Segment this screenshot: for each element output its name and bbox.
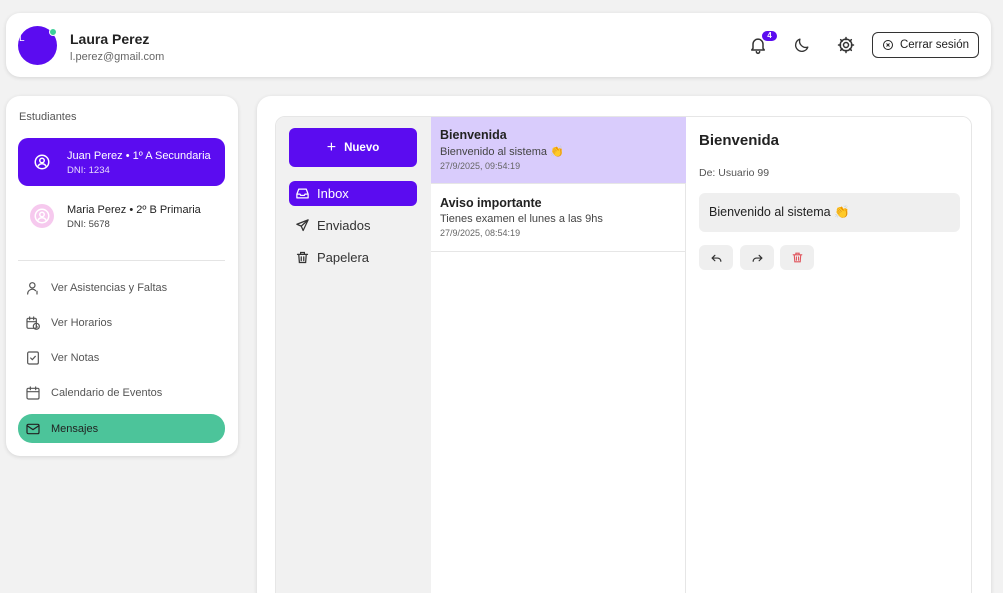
sidebar-item-calendario[interactable]: Calendario de Eventos [18,378,225,407]
send-icon [296,219,309,232]
student-dni: DNI: 5678 [67,219,110,230]
message-detail: Bienvenida De: Usuario 99 Bienvenido al … [687,117,971,593]
student-card-maria[interactable]: Maria Perez • 2º B Primaria DNI: 5678 [18,192,225,240]
sidebar-item-label: Mensajes [51,422,99,435]
sidebar-item-label: Ver Asistencias y Faltas [51,281,168,294]
message-date: 27/9/2025, 09:54:19 [440,161,521,171]
user-icon [27,281,38,295]
clipboard-check-icon [27,350,39,365]
forward-icon [752,254,762,262]
message-subject: Aviso importante [440,196,542,210]
trash-icon [296,251,309,264]
sidebar: Estudiantes Juan Perez • 1º A Secundaria… [6,96,238,456]
sidebar-item-label: Ver Horarios [51,316,113,329]
mail-icon [26,423,40,434]
sidebar-item-label: Ver Notas [51,351,100,364]
trash-icon [792,252,802,263]
logout-label: Cerrar sesión [899,39,970,51]
folder-enviados[interactable]: Enviados [289,213,417,238]
sidebar-item-notas[interactable]: Ver Notas [18,343,225,372]
new-message-label: Nuevo [344,141,380,154]
reply-icon [711,254,721,262]
avatar[interactable]: L [18,26,57,65]
moon-icon[interactable] [792,35,812,55]
sidebar-title: Estudiantes [19,111,77,123]
message-list: Bienvenida Bienvenido al sistema 👏 27/9/… [431,117,686,593]
message-item[interactable]: Bienvenida Bienvenido al sistema 👏 27/9/… [431,117,686,184]
student-name: Maria Perez • 2º B Primaria [67,204,201,216]
student-dni: DNI: 1234 [67,165,110,176]
detail-title: Bienvenida [699,132,780,149]
forward-button[interactable] [740,245,774,270]
folder-label: Papelera [317,250,370,265]
folder-label: Enviados [317,218,371,233]
sidebar-item-mensajes[interactable]: Mensajes [18,414,225,443]
avatar-initial: L [19,33,25,44]
mailbox: + Nuevo Inbox Enviados Papelera Bienveni… [275,116,972,593]
inbox-icon [296,188,309,199]
sidebar-divider [18,260,225,261]
folder-pane: + Nuevo Inbox Enviados Papelera [276,117,431,593]
user-email: l.perez@gmail.com [70,51,165,63]
online-status-dot [49,28,57,36]
student-avatar-icon [30,204,54,228]
message-subject: Bienvenida [440,128,507,142]
reply-button[interactable] [699,245,733,270]
calendar-icon [26,385,40,400]
logout-button[interactable]: Cerrar sesión [872,32,979,58]
folder-label: Inbox [317,186,349,201]
sidebar-item-label: Calendario de Eventos [51,386,163,399]
message-date: 27/9/2025, 08:54:19 [440,228,521,238]
gear-icon[interactable] [836,35,856,55]
folder-inbox[interactable]: Inbox [289,181,417,206]
main-panel: + Nuevo Inbox Enviados Papelera Bienveni… [257,96,991,593]
bell-icon[interactable]: 4 [748,31,777,55]
message-preview: Tienes examen el lunes a las 9hs [440,213,603,225]
sidebar-item-asistencias[interactable]: Ver Asistencias y Faltas [18,273,225,302]
student-avatar-icon [30,150,54,174]
message-preview: Bienvenido al sistema 👏 [440,146,564,158]
plus-icon: + [326,138,337,156]
detail-body: Bienvenido al sistema 👏 [699,193,960,232]
new-message-button[interactable]: + Nuevo [289,128,417,167]
delete-button[interactable] [780,245,814,270]
top-bar: L Laura Perez l.perez@gmail.com 4 Cerrar… [6,13,991,77]
student-name: Juan Perez • 1º A Secundaria [67,150,211,162]
message-item[interactable]: Aviso importante Tienes examen el lunes … [431,185,686,252]
notification-badge: 4 [762,31,777,41]
logout-icon [882,40,893,50]
user-name: Laura Perez [70,31,150,47]
detail-sender: De: Usuario 99 [699,167,770,179]
folder-papelera[interactable]: Papelera [289,245,417,270]
student-card-juan[interactable]: Juan Perez • 1º A Secundaria DNI: 1234 [18,138,225,186]
sidebar-item-horarios[interactable]: Ver Horarios [18,308,225,337]
calendar-clock-icon [26,315,40,330]
